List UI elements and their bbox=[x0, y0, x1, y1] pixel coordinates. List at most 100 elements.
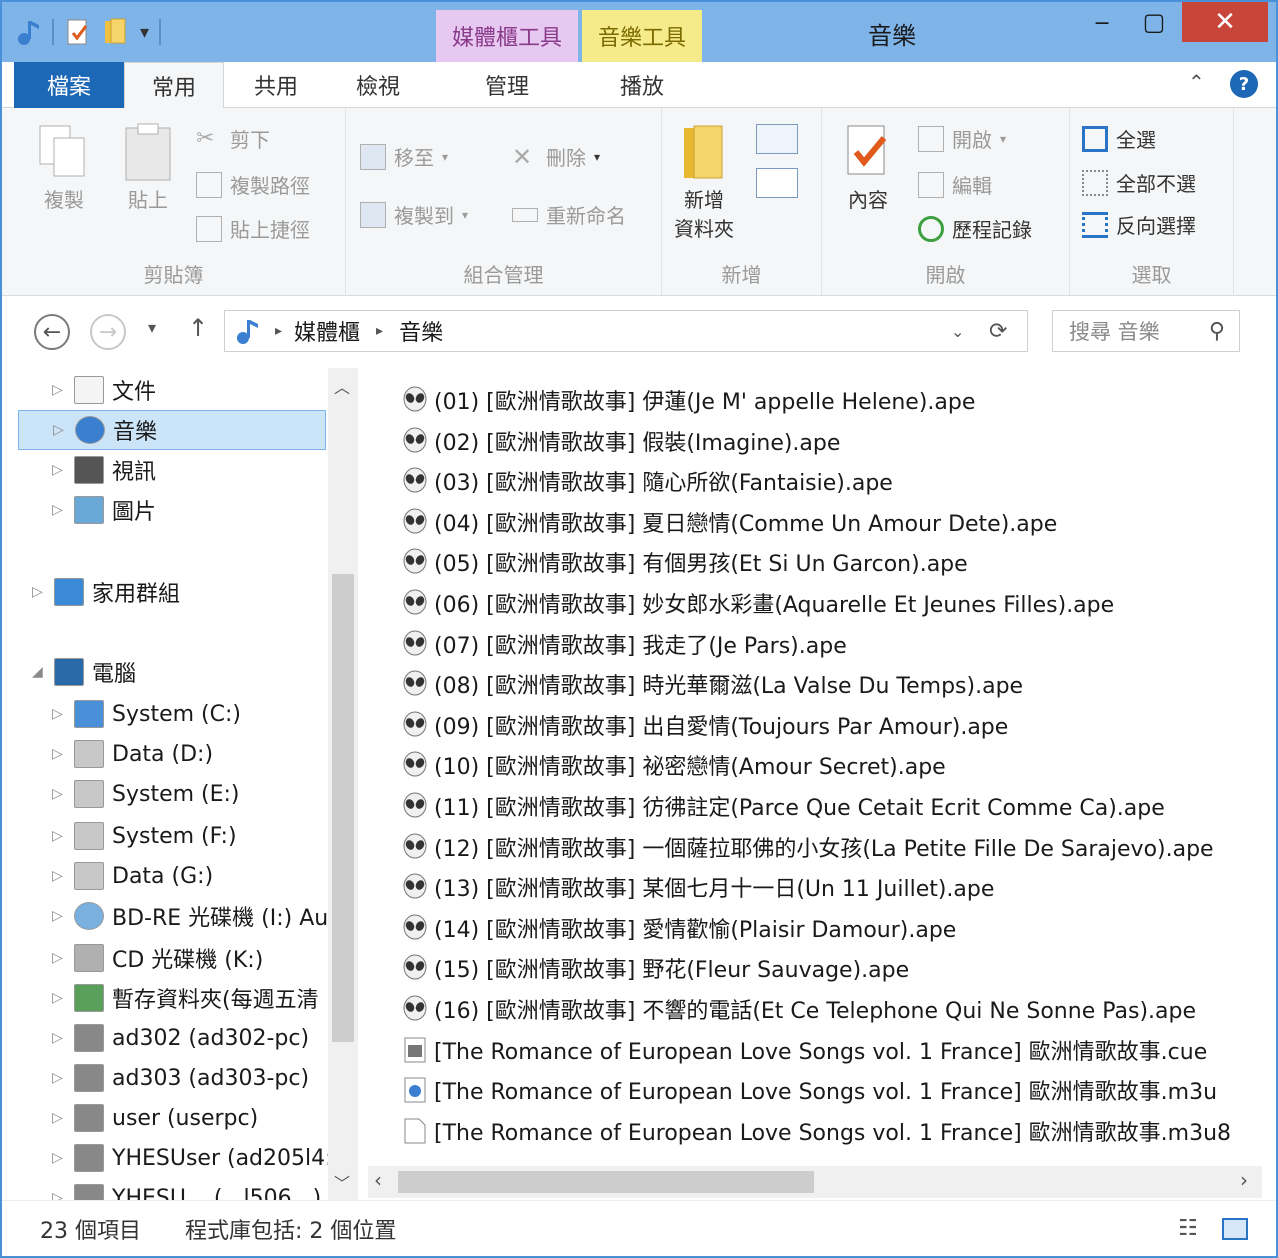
file-item[interactable]: (10) [歐洲情歌故事] 祕密戀情(Amour Secret).ape bbox=[400, 745, 946, 785]
search-input[interactable]: 搜尋 音樂 ⚲ bbox=[1052, 310, 1240, 352]
expand-arrow-icon[interactable]: ▷ bbox=[52, 746, 68, 762]
address-dropdown-icon[interactable]: ⌄ bbox=[951, 322, 964, 341]
nav-item[interactable]: ▷ YHESUser (ad205l4: bbox=[52, 1138, 333, 1178]
file-item[interactable]: (08) [歐洲情歌故事] 時光華爾滋(La Valse Du Temps).a… bbox=[400, 664, 1023, 704]
file-list-hscrollbar[interactable]: ‹ › bbox=[368, 1166, 1262, 1198]
up-arrow-icon[interactable]: ↑ bbox=[188, 314, 208, 342]
hscrollbar-thumb[interactable] bbox=[398, 1171, 814, 1193]
file-item[interactable]: (01) [歐洲情歌故事] 伊蓮(Je M' appelle Helene).a… bbox=[400, 380, 975, 420]
file-item[interactable]: (07) [歐洲情歌故事] 我走了(Je Pars).ape bbox=[400, 624, 847, 664]
tab-share[interactable]: 共用 bbox=[226, 62, 326, 108]
tab-play[interactable]: 播放 bbox=[582, 62, 702, 108]
edit-button[interactable]: 編輯 bbox=[918, 170, 992, 199]
file-item[interactable]: [The Romance of European Love Songs vol.… bbox=[400, 1030, 1207, 1070]
nav-item[interactable]: ▷ CD 光碟機 (K:) bbox=[52, 938, 263, 978]
nav-item[interactable]: ▷ ad302 (ad302-pc) bbox=[52, 1018, 309, 1058]
nav-item[interactable]: ▷ Data (D:) bbox=[52, 734, 213, 774]
file-item[interactable]: (13) [歐洲情歌故事] 某個七月十一日(Un 11 Juillet).ape bbox=[400, 867, 994, 907]
history-button[interactable]: 歷程記錄 bbox=[918, 214, 1032, 243]
expand-arrow-icon[interactable]: ▷ bbox=[52, 1070, 68, 1086]
address-bar[interactable]: ▸ 媒體櫃 ▸ 音樂 ⌄ ⟳ bbox=[224, 310, 1028, 352]
recent-locations-icon[interactable]: ▾ bbox=[148, 318, 156, 337]
nav-item[interactable]: ▷ System (E:) bbox=[52, 774, 240, 814]
select-all-button[interactable]: 全選 bbox=[1082, 124, 1156, 153]
nav-item[interactable]: ▷ 文件 bbox=[52, 370, 156, 410]
nav-scrollbar-thumb[interactable] bbox=[332, 574, 354, 1042]
file-item[interactable]: (05) [歐洲情歌故事] 有個男孩(Et Si Un Garcon).ape bbox=[400, 542, 968, 582]
expand-arrow-icon[interactable]: ▷ bbox=[52, 706, 68, 722]
expand-arrow-icon[interactable]: ▷ bbox=[52, 1030, 68, 1046]
breadcrumb-library[interactable]: 媒體櫃 bbox=[294, 315, 360, 347]
refresh-icon[interactable]: ⟳ bbox=[989, 319, 1007, 344]
nav-scrollbar[interactable]: ︿ ﹀ bbox=[328, 368, 358, 1200]
file-item[interactable]: (12) [歐洲情歌故事] 一個薩拉耶佛的小女孩(La Petite Fille… bbox=[400, 827, 1214, 867]
expand-arrow-icon[interactable]: ▷ bbox=[53, 422, 69, 438]
select-none-button[interactable]: 全部不選 bbox=[1082, 168, 1196, 197]
file-item[interactable]: [The Romance of European Love Songs vol.… bbox=[400, 1070, 1217, 1110]
nav-item[interactable]: ▷ Data (G:) bbox=[52, 856, 213, 896]
file-item[interactable]: (14) [歐洲情歌故事] 愛情歡愉(Plaisir Damour).ape bbox=[400, 908, 956, 948]
copy-to-button[interactable]: 複製到 ▾ bbox=[360, 200, 468, 229]
scroll-up-icon[interactable]: ︿ bbox=[334, 374, 350, 398]
paste-shortcut-button[interactable]: 貼上捷徑 bbox=[196, 214, 310, 243]
expand-arrow-icon[interactable]: ▷ bbox=[52, 462, 68, 478]
copy-path-button[interactable]: 複製路徑 bbox=[196, 170, 310, 199]
file-item[interactable]: (15) [歐洲情歌故事] 野花(Fleur Sauvage).ape bbox=[400, 948, 909, 988]
expand-arrow-icon[interactable]: ▷ bbox=[52, 990, 68, 1006]
nav-item[interactable]: ▷ user (userpc) bbox=[52, 1098, 258, 1138]
expand-arrow-icon[interactable]: ▷ bbox=[52, 908, 68, 924]
expand-arrow-icon[interactable]: ▷ bbox=[52, 1150, 68, 1166]
nav-item[interactable]: ▷ 圖片 bbox=[52, 490, 156, 530]
cut-button[interactable]: ✂ 剪下 bbox=[196, 124, 270, 153]
copy-button[interactable]: 複製 bbox=[34, 122, 94, 213]
nav-item[interactable]: ▷ 暫存資料夾(每週五清 bbox=[52, 978, 319, 1018]
help-icon[interactable]: ? bbox=[1230, 70, 1258, 98]
expand-arrow-icon[interactable]: ▷ bbox=[32, 584, 48, 600]
tab-view[interactable]: 檢視 bbox=[328, 62, 428, 108]
properties-button[interactable]: 內容 bbox=[840, 122, 896, 213]
forward-button[interactable]: → bbox=[90, 314, 126, 350]
tab-home[interactable]: 常用 bbox=[124, 62, 224, 109]
nav-item[interactable]: ▷ 音樂 bbox=[18, 410, 326, 450]
tab-file[interactable]: 檔案 bbox=[14, 62, 124, 108]
expand-arrow-icon[interactable]: ▷ bbox=[52, 502, 68, 518]
collapse-ribbon-icon[interactable]: ⌃ bbox=[1188, 70, 1205, 94]
details-view-icon[interactable]: ☷ bbox=[1178, 1216, 1198, 1241]
move-to-button[interactable]: 移至 ▾ bbox=[360, 142, 448, 171]
nav-item[interactable]: ▷ 視訊 bbox=[52, 450, 156, 490]
scroll-left-icon[interactable]: ‹ bbox=[374, 1168, 382, 1192]
breadcrumb-music[interactable]: 音樂 bbox=[399, 315, 443, 347]
nav-item[interactable]: ▷ BD-RE 光碟機 (I:) Au bbox=[52, 896, 328, 936]
open-button[interactable]: 開啟 ▾ bbox=[918, 124, 1006, 153]
customize-qat-icon[interactable]: ▾ bbox=[140, 22, 149, 43]
new-folder-icon[interactable] bbox=[102, 17, 130, 47]
file-item[interactable]: [The Romance of European Love Songs vol.… bbox=[400, 1111, 1231, 1151]
expand-arrow-icon[interactable]: ▷ bbox=[52, 1190, 68, 1200]
close-button[interactable]: ✕ bbox=[1182, 2, 1268, 42]
nav-item[interactable]: ▷ YHESU... (...l506...) bbox=[52, 1178, 321, 1200]
new-folder-button[interactable]: 新增 資料夾 bbox=[674, 122, 734, 242]
large-icons-view-icon[interactable] bbox=[1222, 1217, 1248, 1240]
expand-arrow-icon[interactable]: ▷ bbox=[52, 786, 68, 802]
nav-item[interactable]: ▷ ad303 (ad303-pc) bbox=[52, 1058, 309, 1098]
scroll-down-icon[interactable]: ﹀ bbox=[334, 1170, 350, 1194]
expand-arrow-icon[interactable]: ▷ bbox=[52, 382, 68, 398]
new-item-icon[interactable] bbox=[756, 124, 798, 154]
expand-arrow-icon[interactable]: ▷ bbox=[52, 868, 68, 884]
back-button[interactable]: ← bbox=[34, 314, 70, 350]
nav-item[interactable]: ▷ 家用群組 bbox=[32, 572, 180, 612]
expand-arrow-icon[interactable]: ▷ bbox=[52, 950, 68, 966]
file-item[interactable]: (04) [歐洲情歌故事] 夏日戀情(Comme Un Amour Dete).… bbox=[400, 502, 1057, 542]
nav-item[interactable]: ▷ System (C:) bbox=[52, 694, 241, 734]
file-item[interactable]: (02) [歐洲情歌故事] 假裝(Imagine).ape bbox=[400, 421, 840, 461]
invert-selection-button[interactable]: 反向選擇 bbox=[1082, 210, 1196, 239]
nav-item[interactable]: ◢ 電腦 bbox=[32, 652, 136, 692]
easy-access-icon[interactable] bbox=[756, 168, 798, 198]
expand-arrow-icon[interactable]: ▷ bbox=[52, 1110, 68, 1126]
file-item[interactable]: (06) [歐洲情歌故事] 妙女郎水彩畫(Aquarelle Et Jeunes… bbox=[400, 583, 1114, 623]
tab-manage[interactable]: 管理 bbox=[436, 62, 578, 108]
minimize-button[interactable]: ‒ bbox=[1077, 2, 1127, 42]
maximize-button[interactable]: ▢ bbox=[1127, 2, 1181, 42]
delete-button[interactable]: ✕ 刪除 ▾ bbox=[512, 142, 600, 171]
scroll-right-icon[interactable]: › bbox=[1240, 1168, 1248, 1192]
